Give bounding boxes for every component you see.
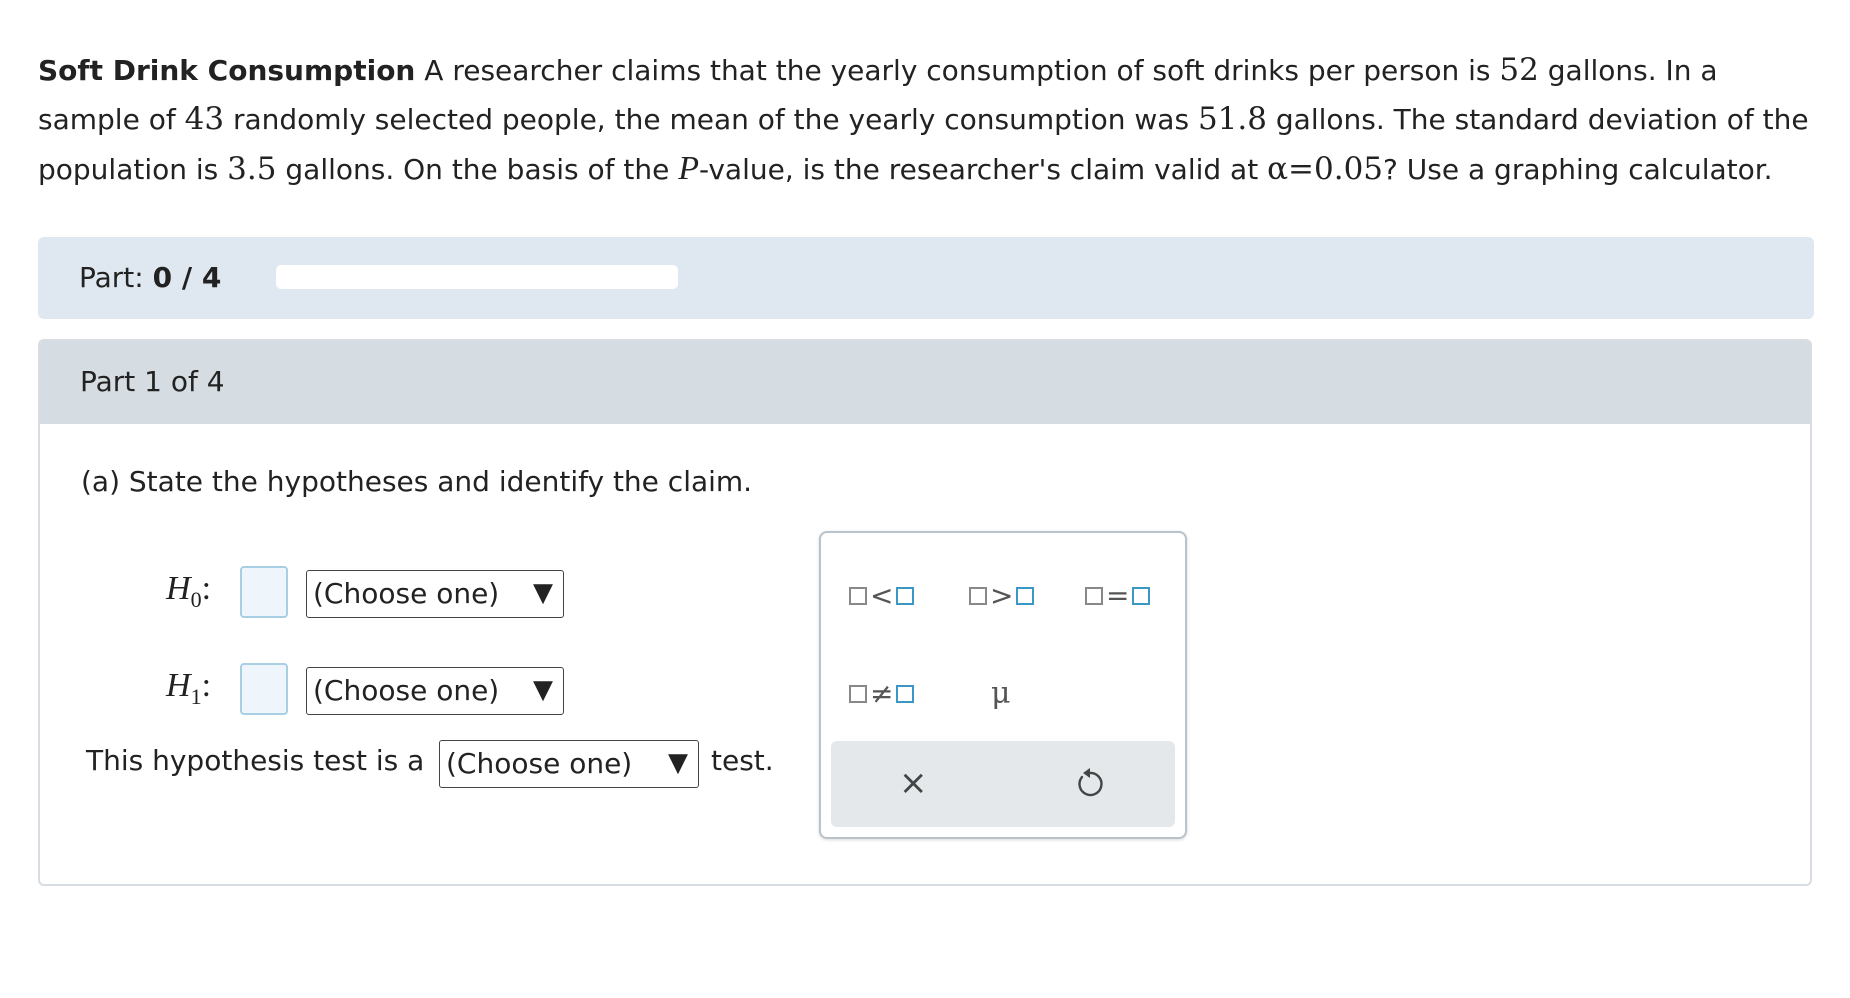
placeholder-square-icon [1016, 587, 1035, 605]
alternative-hypothesis-select[interactable]: (Choose one) ▼ [306, 667, 564, 715]
not-equal-button[interactable]: ≠ [849, 669, 915, 719]
dropdown-arrow-icon: ▼ [533, 578, 553, 608]
palette-footer: × [831, 741, 1175, 827]
null-hypothesis-select[interactable]: (Choose one) ▼ [306, 570, 564, 618]
question-text: (a) State the hypotheses and identify th… [81, 465, 753, 498]
p-symbol: P [678, 150, 699, 187]
undo-icon[interactable] [1073, 767, 1107, 801]
less-than-button[interactable]: < [849, 571, 915, 621]
progress-bar [276, 265, 678, 289]
problem-statement: Soft Drink Consumption A researcher clai… [38, 52, 1809, 187]
progress-label: Part: 0 / 4 [79, 261, 222, 294]
part-card: Part 1 of 4 (a) State the hypotheses and… [38, 339, 1812, 886]
progress-panel: Part: 0 / 4 [38, 237, 1814, 319]
mu-button[interactable]: μ [991, 669, 1011, 719]
placeholder-square-icon [849, 685, 867, 703]
equals-button[interactable]: = [1085, 571, 1151, 621]
placeholder-square-icon [896, 685, 915, 703]
null-hypothesis-input[interactable] [240, 566, 288, 618]
close-icon[interactable]: × [899, 763, 928, 803]
progress-value: 0 / 4 [152, 261, 222, 294]
dropdown-arrow-icon: ▼ [533, 675, 553, 705]
part-header: Part 1 of 4 [40, 341, 1810, 424]
greater-than-button[interactable]: > [969, 571, 1035, 621]
test-type-prefix: This hypothesis test is a [86, 744, 425, 777]
dropdown-arrow-icon: ▼ [668, 748, 688, 778]
placeholder-square-icon [969, 587, 987, 605]
problem-title: Soft Drink Consumption [38, 54, 416, 87]
alpha-expression: α=0.05 [1267, 151, 1384, 187]
placeholder-square-icon [849, 587, 867, 605]
null-hypothesis-label: H0: [166, 570, 212, 612]
math-palette: < > = ≠ μ × [819, 531, 1187, 839]
alternative-hypothesis-label: H1: [166, 667, 212, 709]
sample-mean: 51.8 [1197, 101, 1267, 137]
alternative-hypothesis-input[interactable] [240, 663, 288, 715]
mu-symbol: μ [991, 676, 1011, 711]
sample-size: 43 [184, 101, 225, 137]
placeholder-square-icon [1085, 587, 1103, 605]
placeholder-square-icon [896, 587, 915, 605]
test-type-suffix: test. [711, 744, 774, 777]
placeholder-square-icon [1132, 587, 1151, 605]
population-sd: 3.5 [227, 151, 277, 187]
test-type-select[interactable]: (Choose one) ▼ [439, 740, 699, 788]
part-title: Part 1 of 4 [80, 365, 225, 398]
claim-value: 52 [1499, 52, 1539, 88]
